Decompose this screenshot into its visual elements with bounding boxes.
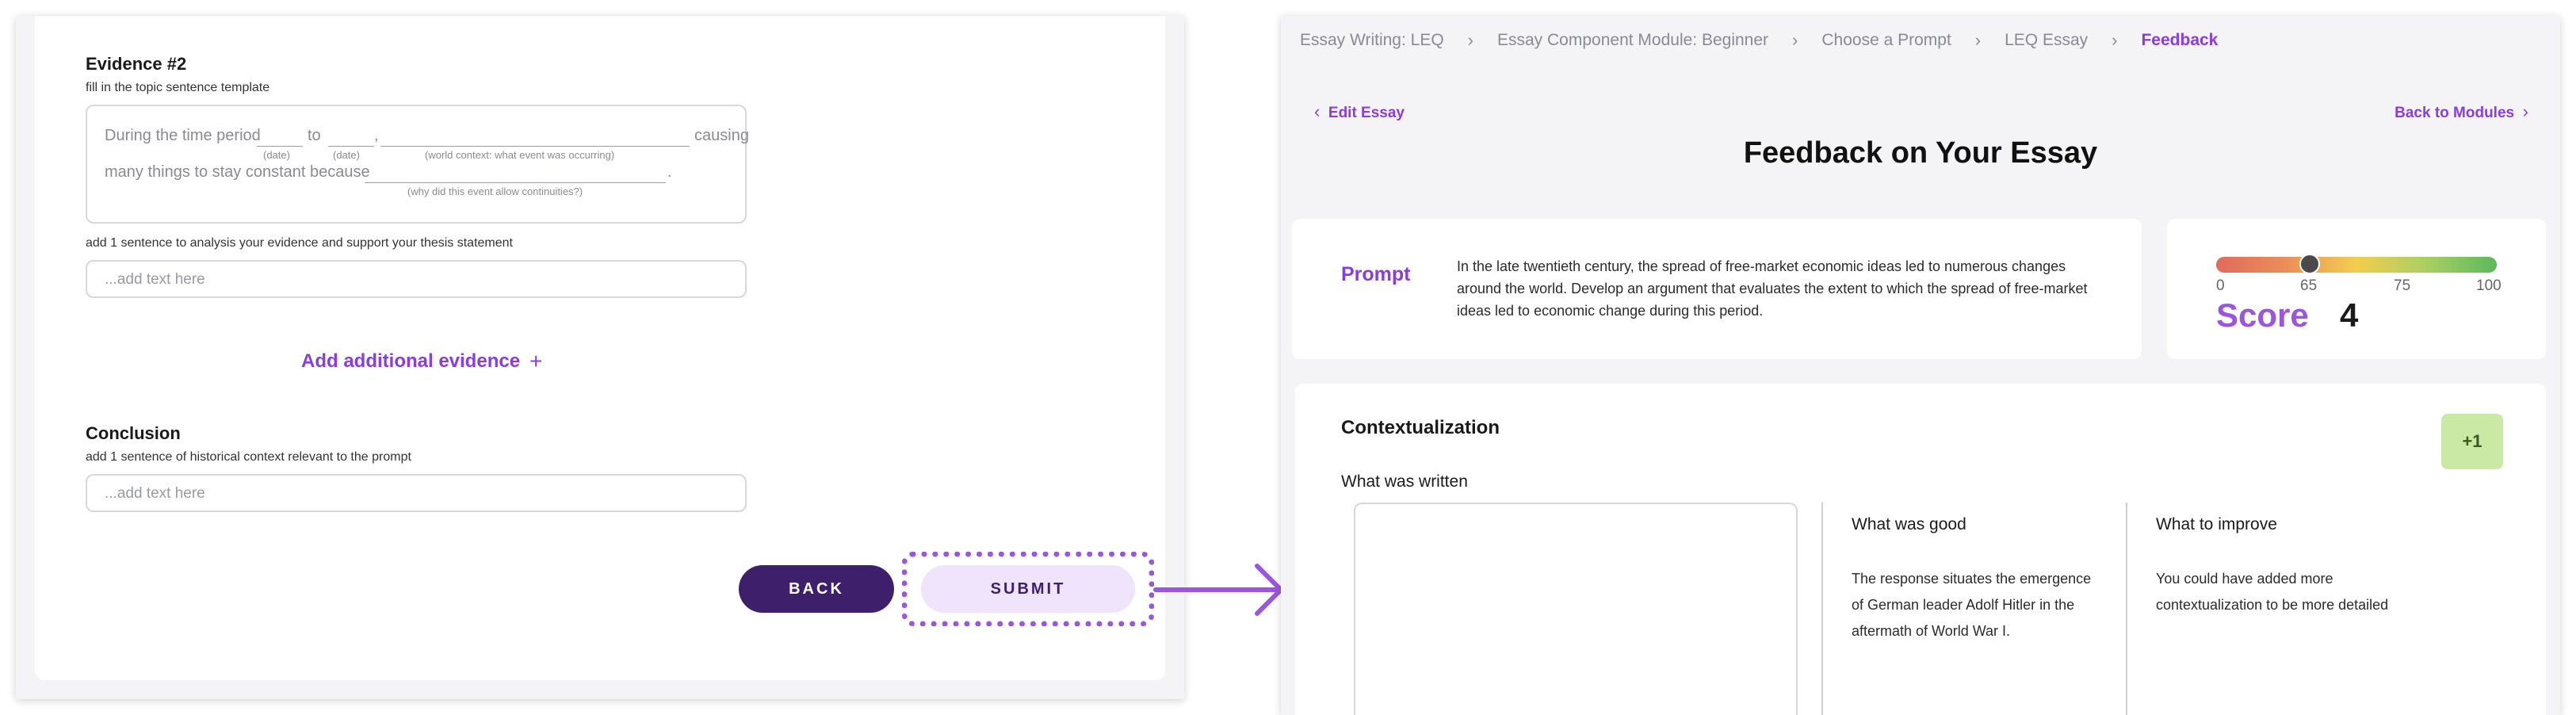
column-divider <box>2126 503 2127 715</box>
essay-form-window: Evidence #2 fill in the topic sentence t… <box>16 16 1184 699</box>
add-evidence-button[interactable]: Add additional evidence + <box>301 349 542 374</box>
conclusion-placeholder: ...add text here <box>105 485 205 502</box>
score-card: 0 65 75 100 Score 4 <box>2167 219 2546 359</box>
edit-essay-label: Edit Essay <box>1328 105 1405 121</box>
template-text-3: , <box>374 127 379 144</box>
topic-sentence-template: During the time period to , causing (dat… <box>86 105 749 224</box>
chevron-right-icon: › <box>1792 30 1798 50</box>
why-continuity-field[interactable] <box>365 182 666 183</box>
conclusion-subtitle: add 1 sentence of historical context rel… <box>86 450 411 464</box>
score-tick: 75 <box>2394 277 2411 294</box>
analysis-placeholder: ...add text here <box>105 271 205 288</box>
chevron-right-icon: › <box>2112 30 2118 50</box>
score-tick: 0 <box>2216 277 2225 294</box>
breadcrumb: Essay Writing: LEQ › Essay Component Mod… <box>1300 27 2218 54</box>
back-button[interactable]: BACK <box>739 565 894 613</box>
chevron-left-icon: ‹ <box>1314 101 1320 121</box>
template-text-5: many things to stay constant because <box>105 163 370 181</box>
page-title: Feedback on Your Essay <box>1743 136 2098 170</box>
edit-essay-link[interactable]: ‹ Edit Essay <box>1314 101 1405 122</box>
hint-date-start: (date) <box>263 149 290 161</box>
date-start-field[interactable] <box>257 146 303 147</box>
conclusion-input[interactable]: ...add text here <box>86 474 747 512</box>
analysis-label: add 1 sentence to analysis your evidence… <box>86 236 513 250</box>
breadcrumb-item-leq-essay[interactable]: LEQ Essay <box>2005 31 2088 50</box>
date-end-field[interactable] <box>328 146 374 147</box>
back-to-modules-link[interactable]: Back to Modules › <box>2394 101 2528 122</box>
what-was-good-label: What was good <box>1852 515 1966 533</box>
transition-arrow-icon <box>1153 564 1283 616</box>
world-context-field[interactable] <box>380 146 690 147</box>
score-label: Score <box>2216 296 2309 334</box>
hint-why-continuity: (why did this event allow continuities?) <box>407 185 583 197</box>
back-to-modules-label: Back to Modules <box>2394 105 2515 121</box>
prompt-text: In the late twentieth century, the sprea… <box>1457 258 2088 319</box>
chevron-right-icon: › <box>2522 101 2528 121</box>
column-divider <box>1821 503 1823 715</box>
analysis-input[interactable]: ...add text here <box>86 260 747 298</box>
template-text-2: to <box>308 127 321 144</box>
chevron-right-icon: › <box>1467 30 1473 50</box>
what-to-improve-text: You could have added more contextualizat… <box>2156 571 2389 613</box>
contextualization-card: Contextualization +1 What was written Wh… <box>1295 384 2546 715</box>
template-text-6: . <box>667 163 672 181</box>
hint-world-context: (world context: what event was occurring… <box>425 149 615 161</box>
breadcrumb-item-module[interactable]: Essay Component Module: Beginner <box>1497 31 1768 50</box>
evidence-title: Evidence #2 <box>86 54 187 74</box>
score-tick: 65 <box>2300 277 2318 294</box>
feedback-window: Essay Writing: LEQ › Essay Component Mod… <box>1281 16 2560 715</box>
score-value: 4 <box>2340 296 2359 334</box>
written-text-box <box>1354 503 1798 715</box>
breadcrumb-item-feedback: Feedback <box>2141 31 2219 49</box>
point-badge: +1 <box>2441 414 2503 469</box>
contextualization-title: Contextualization <box>1341 417 1500 438</box>
prompt-label: Prompt <box>1341 263 1411 285</box>
score-gradient-bar <box>2216 257 2497 273</box>
template-text-4: causing <box>694 127 749 144</box>
hint-date-end: (date) <box>333 149 360 161</box>
chevron-right-icon: › <box>1974 30 1982 50</box>
plus-icon: + <box>529 349 543 373</box>
template-text-1: During the time period <box>105 127 261 144</box>
conclusion-title: Conclusion <box>86 423 181 443</box>
submit-button[interactable]: SUBMIT <box>921 565 1135 613</box>
breadcrumb-item-choose-prompt[interactable]: Choose a Prompt <box>1821 31 1951 50</box>
score-tick: 100 <box>2476 277 2501 294</box>
evidence-subtitle: fill in the topic sentence template <box>86 81 270 94</box>
add-evidence-label: Add additional evidence <box>301 350 521 372</box>
score-indicator-knob <box>2299 254 2320 274</box>
prompt-card: Prompt In the late twentieth century, th… <box>1292 219 2142 359</box>
breadcrumb-item-essay-writing[interactable]: Essay Writing: LEQ <box>1300 31 1444 50</box>
what-was-written-label: What was written <box>1341 472 1468 491</box>
what-to-improve-label: What to improve <box>2156 515 2277 533</box>
what-was-good-text: The response situates the emergence of G… <box>1852 571 2092 639</box>
